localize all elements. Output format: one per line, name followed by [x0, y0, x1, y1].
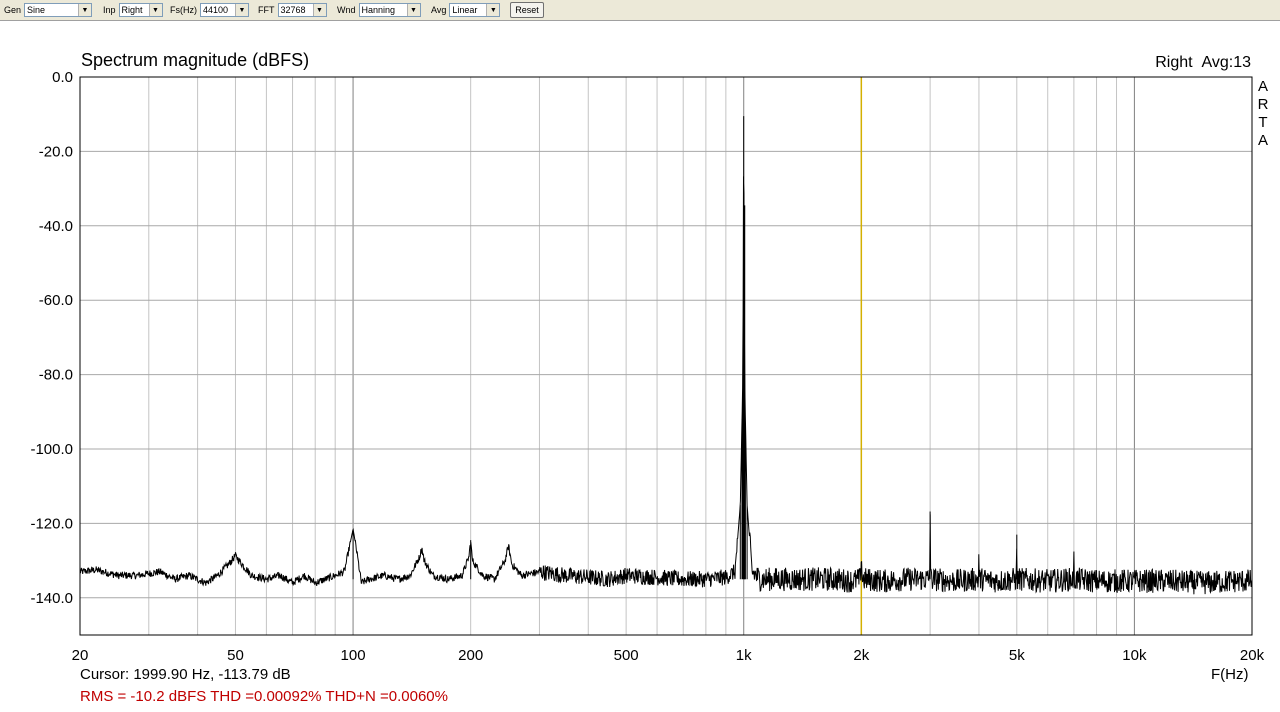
- x-tick-label: 20: [72, 647, 89, 664]
- x-tick-label: 200: [458, 647, 483, 664]
- chart-title: Spectrum magnitude (dBFS): [81, 50, 310, 70]
- x-tick-label: 100: [341, 647, 366, 664]
- y-tick-label: -80.0: [39, 367, 73, 384]
- y-tick-label: -60.0: [39, 292, 73, 309]
- y-tick-label: -40.0: [39, 218, 73, 235]
- brand-letter: A: [1257, 78, 1268, 95]
- channel-label: Right: [1155, 54, 1193, 71]
- spectrum-chart[interactable]: 0.0 -20.0 -40.0 -60.0 -80.0 -100.0 -120.0 -140.…: [0, 0, 1280, 712]
- x-tick-label: 10k: [1122, 647, 1147, 664]
- x-axis-label: F(Hz): [1211, 666, 1249, 683]
- y-tick-label: -20.0: [39, 143, 73, 160]
- chart-channel-info: Right Avg:13: [1155, 54, 1251, 72]
- x-tick-label: 50: [227, 647, 244, 664]
- x-tick-label: 20k: [1240, 647, 1265, 664]
- y-tick-label: 0.0: [52, 69, 73, 86]
- y-tick-label: -140.0: [30, 590, 73, 607]
- brand-letter: A: [1257, 132, 1268, 149]
- plot-area: [80, 77, 1252, 635]
- brand-letter: R: [1257, 96, 1269, 113]
- y-tick-label: -100.0: [30, 441, 73, 458]
- x-tick-label: 5k: [1009, 647, 1025, 664]
- x-tick-label: 1k: [736, 647, 752, 664]
- measurement-readout: RMS = -10.2 dBFS THD =0.00092% THD+N =0.…: [80, 688, 448, 705]
- avg-count: Avg:13: [1201, 54, 1251, 71]
- brand-letter: T: [1258, 114, 1268, 131]
- brand-logo: A R T A: [1256, 78, 1270, 150]
- x-tick-label: 500: [614, 647, 639, 664]
- x-tick-label: 2k: [853, 647, 869, 664]
- cursor-readout: Cursor: 1999.90 Hz, -113.79 dB: [80, 666, 291, 683]
- y-tick-label: -120.0: [30, 515, 73, 532]
